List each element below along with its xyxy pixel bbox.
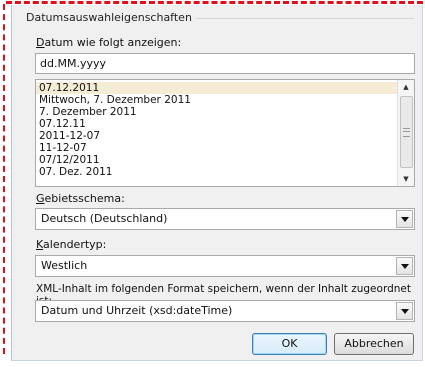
date-format-option[interactable]: 07.12.2011 (36, 82, 398, 94)
date-format-option[interactable]: 07.12.11 (36, 118, 398, 130)
locale-dropdown-button[interactable] (396, 210, 413, 228)
list-scrollbar[interactable]: ▲ ▼ (397, 80, 414, 186)
date-format-option[interactable]: 07/12/2011 (36, 154, 398, 166)
date-format-option[interactable]: 07. Dez. 2011 (36, 166, 398, 178)
locale-label-accel: G (36, 192, 45, 205)
calendar-type-select-value: Westlich (41, 259, 88, 272)
date-format-input[interactable]: dd.MM.yyyy (35, 53, 415, 74)
scroll-thumb[interactable] (400, 96, 413, 168)
date-format-option[interactable]: 11-12-07 (36, 142, 398, 154)
date-format-list[interactable]: 07.12.2011 Mittwoch, 7. Dezember 2011 7. D… (35, 79, 415, 187)
group-separator-line (190, 18, 414, 19)
locale-select[interactable]: Deutsch (Deutschland) (35, 208, 415, 230)
date-format-label: Datum wie folgt anzeigen: (36, 36, 181, 49)
calendar-type-select[interactable]: Westlich (35, 255, 415, 277)
chevron-down-icon (401, 217, 409, 222)
chevron-down-icon (401, 309, 409, 314)
cancel-button[interactable]: Abbrechen (334, 333, 414, 355)
scroll-thumb-grip-icon (403, 128, 410, 137)
ok-button[interactable]: OK (252, 333, 327, 355)
highlight-dashed-border-top (6, 1, 423, 4)
scroll-up-icon[interactable]: ▲ (398, 80, 414, 94)
scroll-down-icon[interactable]: ▼ (398, 172, 414, 186)
highlight-dashed-border-left (3, 4, 5, 354)
locale-label-text: ebietsschema: (44, 192, 125, 205)
locale-select-value: Deutsch (Deutschland) (41, 212, 168, 225)
calendar-type-dropdown-button[interactable] (396, 257, 413, 275)
calendar-type-label: Kalendertyp: (36, 238, 106, 251)
date-format-option[interactable]: Mittwoch, 7. Dezember 2011 (36, 94, 398, 106)
calendar-type-label-accel: K (36, 238, 44, 251)
date-format-list-items: 07.12.2011 Mittwoch, 7. Dezember 2011 7. D… (36, 80, 398, 186)
locale-label: Gebietsschema: (36, 192, 125, 205)
screenshot-frame: Datumsauswahleigenschaften Datum wie fol… (0, 0, 425, 367)
date-format-option[interactable]: 2011-12-07 (36, 130, 398, 142)
group-legend: Datumsauswahleigenschaften (26, 11, 196, 24)
xml-format-select-value: Datum und Uhrzeit (xsd:dateTime) (41, 304, 233, 317)
calendar-type-label-text: alendertyp: (43, 238, 107, 251)
xml-format-select[interactable]: Datum und Uhrzeit (xsd:dateTime) (35, 300, 415, 322)
date-format-option[interactable]: 7. Dezember 2011 (36, 106, 398, 118)
date-format-label-text: atum wie folgt anzeigen: (44, 36, 182, 49)
chevron-down-icon (401, 264, 409, 269)
xml-format-dropdown-button[interactable] (396, 302, 413, 320)
